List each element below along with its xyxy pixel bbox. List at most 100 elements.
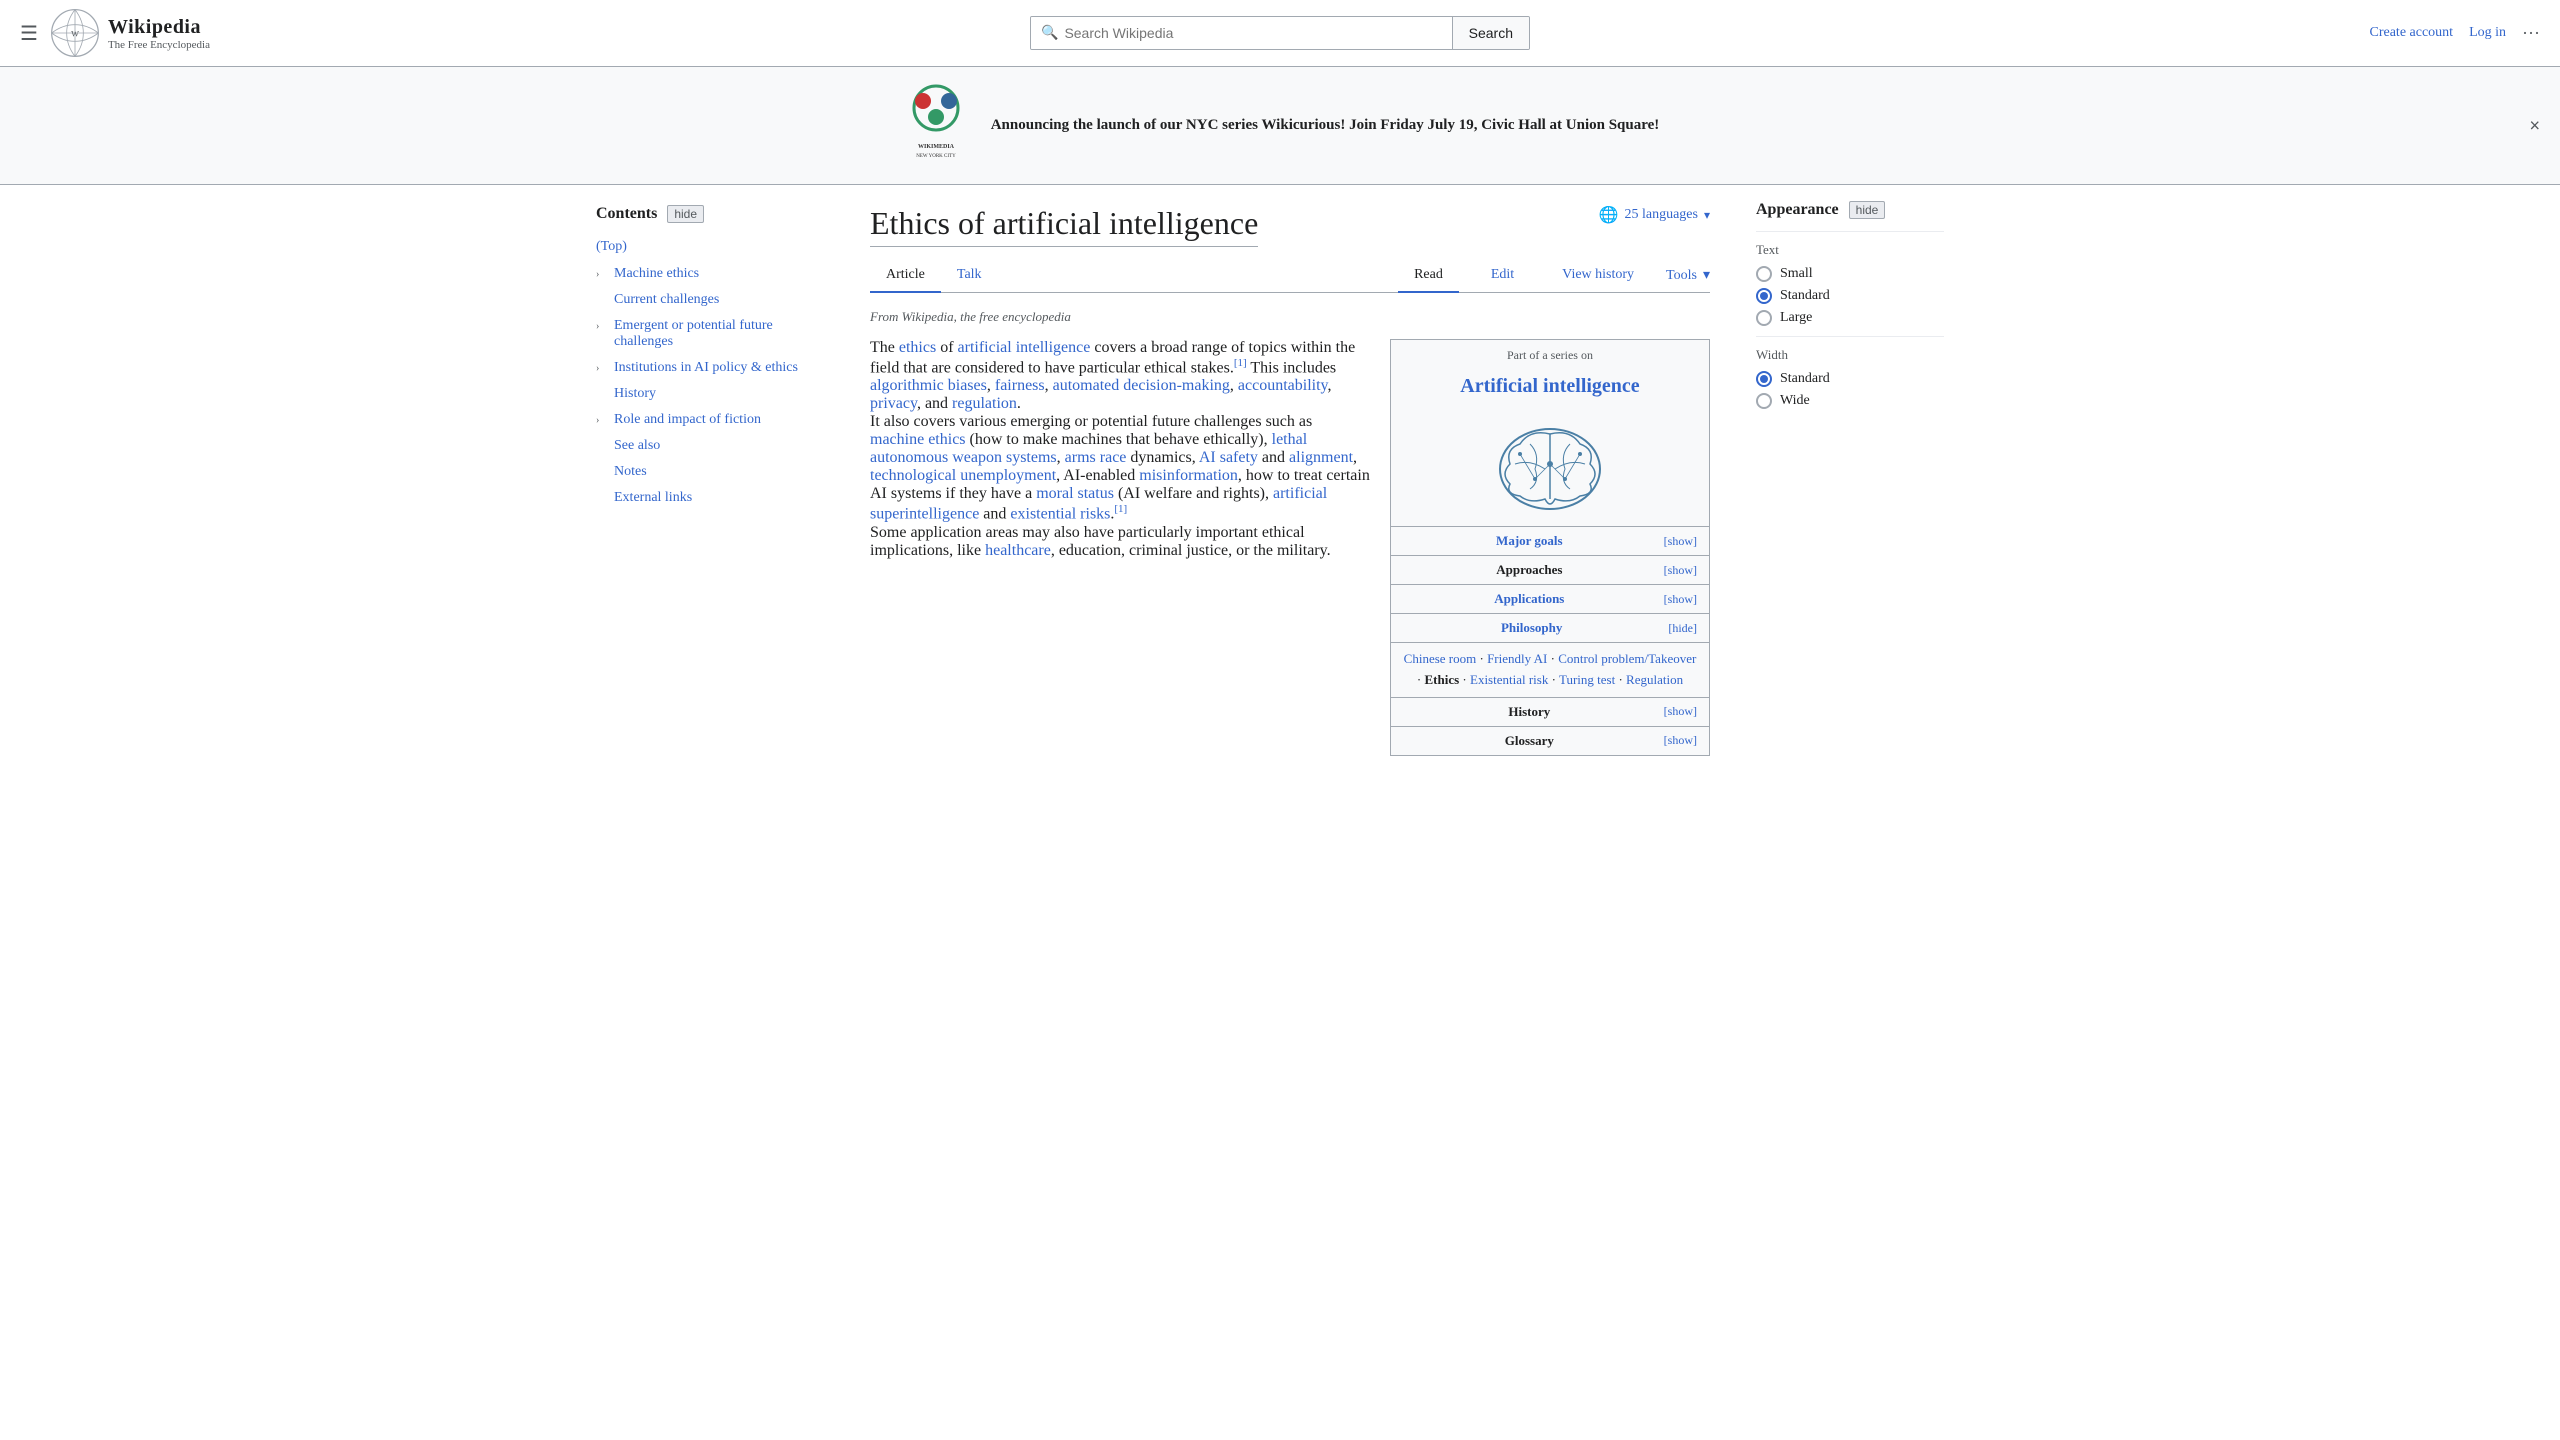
link-healthcare[interactable]: healthcare xyxy=(985,542,1051,559)
toc-title: Contents xyxy=(596,205,657,223)
tab-talk[interactable]: Talk xyxy=(941,259,998,293)
link-accountability[interactable]: accountability xyxy=(1238,377,1328,394)
link-artificial-intelligence[interactable]: artificial intelligence xyxy=(958,339,1091,356)
toc-link-machine-ethics[interactable]: › Machine ethics xyxy=(596,263,824,285)
philosophy-link-turing-test[interactable]: Turing test xyxy=(1559,672,1615,687)
infobox-label-approaches[interactable]: Approaches xyxy=(1403,562,1656,578)
infobox-label-applications[interactable]: Applications xyxy=(1403,591,1656,607)
infobox-title: Artificial intelligence xyxy=(1391,371,1709,406)
svg-text:W: W xyxy=(71,29,79,38)
create-account-link[interactable]: Create account xyxy=(2370,25,2454,41)
toc-link-current-challenges[interactable]: › Current challenges xyxy=(596,289,824,311)
infobox: Part of a series on Artificial intellige… xyxy=(1390,339,1710,756)
table-of-contents: Contents hide (Top) › Machine ethics › C… xyxy=(580,185,840,792)
link-ai-safety[interactable]: AI safety xyxy=(1199,449,1258,466)
infobox-show-philosophy[interactable]: [hide] xyxy=(1668,621,1697,636)
link-existential-risks[interactable]: existential risks xyxy=(1010,506,1110,523)
tabs-left: Article Talk xyxy=(870,259,1398,292)
link-alignment[interactable]: alignment xyxy=(1289,449,1353,466)
toc-link-emergent[interactable]: › Emergent or potential future challenge… xyxy=(596,315,824,353)
infobox-label-glossary[interactable]: Glossary xyxy=(1403,733,1656,749)
toc-link-institutions[interactable]: › Institutions in AI policy & ethics xyxy=(596,357,824,379)
infobox-show-glossary[interactable]: [show] xyxy=(1664,733,1697,748)
infobox-row-applications: Applications [show] xyxy=(1391,584,1709,613)
toc-link-external-links[interactable]: External links xyxy=(596,487,824,509)
svg-text:NEW YORK CITY: NEW YORK CITY xyxy=(916,154,956,159)
link-ethics[interactable]: ethics xyxy=(899,339,936,356)
tab-view-history[interactable]: View history xyxy=(1546,259,1650,293)
infobox-row-history: History [show] xyxy=(1391,697,1709,726)
infobox-label-history[interactable]: History xyxy=(1403,704,1656,720)
text-size-standard[interactable]: Standard xyxy=(1756,288,1944,304)
link-regulation[interactable]: regulation xyxy=(952,395,1017,412)
link-fairness[interactable]: fairness xyxy=(995,377,1045,394)
search-button[interactable]: Search xyxy=(1452,17,1529,49)
infobox-row-major-goals: Major goals [show] xyxy=(1391,526,1709,555)
text-size-large-label: Large xyxy=(1780,310,1812,326)
width-wide[interactable]: Wide xyxy=(1756,393,1944,409)
infobox-label-major-goals[interactable]: Major goals xyxy=(1403,533,1656,549)
toc-hide-button[interactable]: hide xyxy=(667,205,704,223)
width-standard-label: Standard xyxy=(1780,371,1830,387)
toc-link-role-fiction[interactable]: › Role and impact of fiction xyxy=(596,409,824,431)
tab-edit[interactable]: Edit xyxy=(1475,259,1530,293)
tab-read[interactable]: Read xyxy=(1398,259,1459,293)
languages-selector[interactable]: 🌐 25 languages ▾ xyxy=(1599,205,1710,225)
site-header: ☰ W Wikipedia The Free Encyclopedia xyxy=(0,0,2560,67)
list-item: Notes xyxy=(596,459,824,485)
link-misinformation[interactable]: misinformation xyxy=(1139,467,1238,484)
text-size-large[interactable]: Large xyxy=(1756,310,1944,326)
radio-large xyxy=(1756,310,1772,326)
site-tagline: The Free Encyclopedia xyxy=(108,39,210,51)
site-logo[interactable]: W Wikipedia The Free Encyclopedia xyxy=(50,8,210,58)
main-container: Contents hide (Top) › Machine ethics › C… xyxy=(580,185,1980,792)
toc-link-history[interactable]: History xyxy=(596,383,824,405)
philosophy-link-chinese-room[interactable]: Chinese room xyxy=(1404,651,1477,666)
tools-chevron-icon: ▾ xyxy=(1703,267,1710,284)
tools-dropdown[interactable]: Tools ▾ xyxy=(1666,267,1710,284)
appearance-panel: Appearance hide Text Small Standard Larg… xyxy=(1740,185,1960,792)
link-technological-unemployment[interactable]: technological unemployment xyxy=(870,467,1056,484)
infobox-show-major-goals[interactable]: [show] xyxy=(1664,534,1697,549)
infobox-show-applications[interactable]: [show] xyxy=(1664,592,1697,607)
chevron-right-icon: › xyxy=(596,321,608,332)
text-size-small[interactable]: Small xyxy=(1756,266,1944,282)
philosophy-bold-ethics: Ethics xyxy=(1424,672,1459,687)
link-machine-ethics[interactable]: machine ethics xyxy=(870,431,966,448)
philosophy-link-control-problem[interactable]: Control problem/Takeover xyxy=(1558,651,1696,666)
infobox-label-philosophy[interactable]: Philosophy xyxy=(1403,620,1660,636)
infobox-header: Part of a series on xyxy=(1391,340,1709,371)
site-name: Wikipedia xyxy=(108,16,210,39)
menu-icon[interactable]: ☰ xyxy=(20,21,38,46)
globe-icon: W xyxy=(50,8,100,58)
search-input[interactable] xyxy=(1064,25,1441,41)
link-privacy[interactable]: privacy xyxy=(870,395,917,412)
more-options-icon[interactable]: ··· xyxy=(2522,23,2540,44)
width-label: Width xyxy=(1756,347,1944,363)
infobox-show-approaches[interactable]: [show] xyxy=(1664,563,1697,578)
search-bar: 🔍 Search xyxy=(280,16,2280,50)
toc-link-see-also[interactable]: See also xyxy=(596,435,824,457)
log-in-link[interactable]: Log in xyxy=(2469,25,2506,41)
link-arms-race[interactable]: arms race xyxy=(1065,449,1127,466)
link-algorithmic-biases[interactable]: algorithmic biases xyxy=(870,377,987,394)
radio-small xyxy=(1756,266,1772,282)
tab-article[interactable]: Article xyxy=(870,259,941,293)
article-body: Part of a series on Artificial intellige… xyxy=(870,339,1710,560)
link-automated-decision-making[interactable]: automated decision-making xyxy=(1053,377,1230,394)
from-wikipedia-text: From Wikipedia, the free encyclopedia xyxy=(870,309,1710,325)
toc-link-top[interactable]: (Top) xyxy=(596,235,824,259)
philosophy-link-friendly-ai[interactable]: Friendly AI xyxy=(1487,651,1547,666)
banner-close-button[interactable]: × xyxy=(2529,115,2540,136)
width-standard[interactable]: Standard xyxy=(1756,371,1944,387)
list-item: › Role and impact of fiction xyxy=(596,407,824,433)
link-moral-status[interactable]: moral status xyxy=(1036,485,1114,502)
philosophy-link-existential-risk[interactable]: Existential risk xyxy=(1470,672,1548,687)
philosophy-link-regulation[interactable]: Regulation xyxy=(1626,672,1683,687)
tabs-right: Read Edit View history Tools ▾ xyxy=(1398,259,1710,292)
appearance-hide-button[interactable]: hide xyxy=(1849,201,1886,219)
radio-selected-dot xyxy=(1760,292,1768,300)
text-size-standard-label: Standard xyxy=(1780,288,1830,304)
infobox-show-history[interactable]: [show] xyxy=(1664,704,1697,719)
toc-link-notes[interactable]: Notes xyxy=(596,461,824,483)
